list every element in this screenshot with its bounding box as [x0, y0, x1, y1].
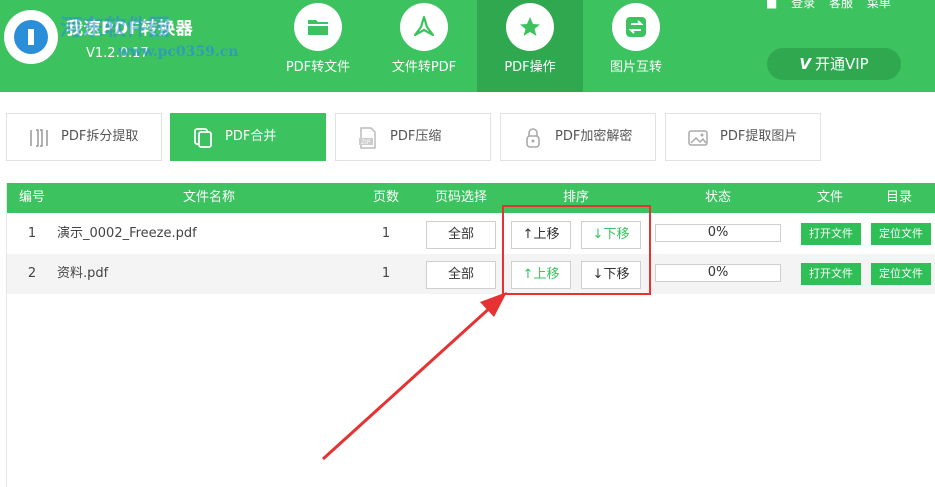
tool-label: PDF加密解密 [555, 129, 633, 144]
page-select-button[interactable]: 全部 [426, 221, 496, 249]
swap-icon [612, 3, 660, 51]
star-icon [506, 3, 554, 51]
watermark-text: 河东软件园 [60, 15, 171, 41]
nav-label: 文件转PDF [391, 60, 457, 75]
col-filename: 文件名称 [182, 190, 235, 205]
tool-pdf-compress[interactable]: ZIP PDF压缩 [335, 113, 491, 161]
svg-text:ZIP: ZIP [361, 139, 371, 146]
row-index: 2 [27, 266, 37, 281]
tool-pdf-merge[interactable]: PDF合并 [170, 113, 326, 161]
highlight-box [502, 205, 651, 295]
image-icon [688, 130, 708, 146]
table-row: 1 演示_0002_Freeze.pdf 1 全部 ↑上移 ↓下移 0% 打开文… [7, 214, 935, 254]
row-pages: 1 [381, 266, 391, 281]
watermark-url: www.pc0359.cn [118, 44, 239, 60]
tool-label: PDF合并 [225, 129, 277, 144]
nav-label: 图片互转 [609, 60, 662, 75]
zip-icon: ZIP [359, 127, 376, 149]
nav-image-convert[interactable]: 图片互转 [583, 0, 689, 92]
locate-file-button[interactable]: 定位文件 [871, 223, 931, 245]
nav-label: PDF转文件 [285, 60, 351, 75]
status-progress: 0% [655, 224, 781, 242]
locate-file-button[interactable]: 定位文件 [871, 263, 931, 285]
split-icon [30, 129, 48, 147]
app-header: 我速PDF转换器 河东软件园 V1.2.0.17 www.pc0359.cn P… [0, 0, 935, 92]
status-progress: 0% [655, 264, 781, 282]
table-row: 2 资料.pdf 1 全部 ↑上移 ↓下移 0% 打开文件 定位文件 [7, 254, 935, 294]
lock-icon: ■ [766, 0, 778, 10]
vip-button[interactable]: V 开通VIP [767, 48, 901, 80]
acrobat-icon [400, 3, 448, 51]
col-index: 编号 [18, 190, 45, 205]
col-folder: 目录 [885, 190, 912, 205]
app-logo [4, 10, 58, 64]
nav-pdf-to-file[interactable]: PDF转文件 [265, 0, 371, 92]
row-pages: 1 [381, 226, 391, 241]
col-page-select: 页码选择 [434, 190, 487, 205]
col-pages: 页数 [372, 190, 399, 205]
tool-label: PDF拆分提取 [61, 129, 139, 144]
open-file-button[interactable]: 打开文件 [801, 223, 861, 245]
top-links: ■ 登录 客服 菜单 [766, 0, 901, 11]
login-link[interactable]: 登录 [791, 0, 815, 10]
row-index: 1 [27, 226, 37, 241]
page-select-button[interactable]: 全部 [426, 261, 496, 289]
file-table: 编号 文件名称 页数 页码选择 排序 状态 文件 目录 1 演示_0002_Fr… [6, 183, 935, 487]
open-file-button[interactable]: 打开文件 [801, 263, 861, 285]
tool-pdf-encrypt[interactable]: PDF加密解密 [500, 113, 656, 161]
row-filename: 资料.pdf [57, 266, 109, 281]
lock-icon [526, 128, 540, 148]
logo-mark-icon [14, 20, 48, 54]
col-status: 状态 [704, 190, 731, 205]
nav-pdf-operations[interactable]: PDF操作 [477, 0, 583, 92]
vip-label: 开通VIP [814, 55, 869, 73]
table-header: 编号 文件名称 页数 页码选择 排序 状态 文件 目录 [7, 183, 935, 213]
tool-label: PDF压缩 [390, 129, 442, 144]
nav-label: PDF操作 [504, 60, 556, 75]
row-filename: 演示_0002_Freeze.pdf [57, 226, 197, 241]
support-link[interactable]: 客服 [829, 0, 853, 10]
tool-pdf-split[interactable]: PDF拆分提取 [6, 113, 162, 161]
tool-label: PDF提取图片 [720, 129, 798, 144]
vip-logo-icon: V [799, 55, 811, 73]
nav-file-to-pdf[interactable]: 文件转PDF [371, 0, 477, 92]
col-file: 文件 [816, 190, 843, 205]
tool-pdf-extract-images[interactable]: PDF提取图片 [665, 113, 821, 161]
menu-link[interactable]: 菜单 [867, 0, 891, 10]
folder-icon [294, 3, 342, 51]
merge-icon [194, 128, 212, 148]
